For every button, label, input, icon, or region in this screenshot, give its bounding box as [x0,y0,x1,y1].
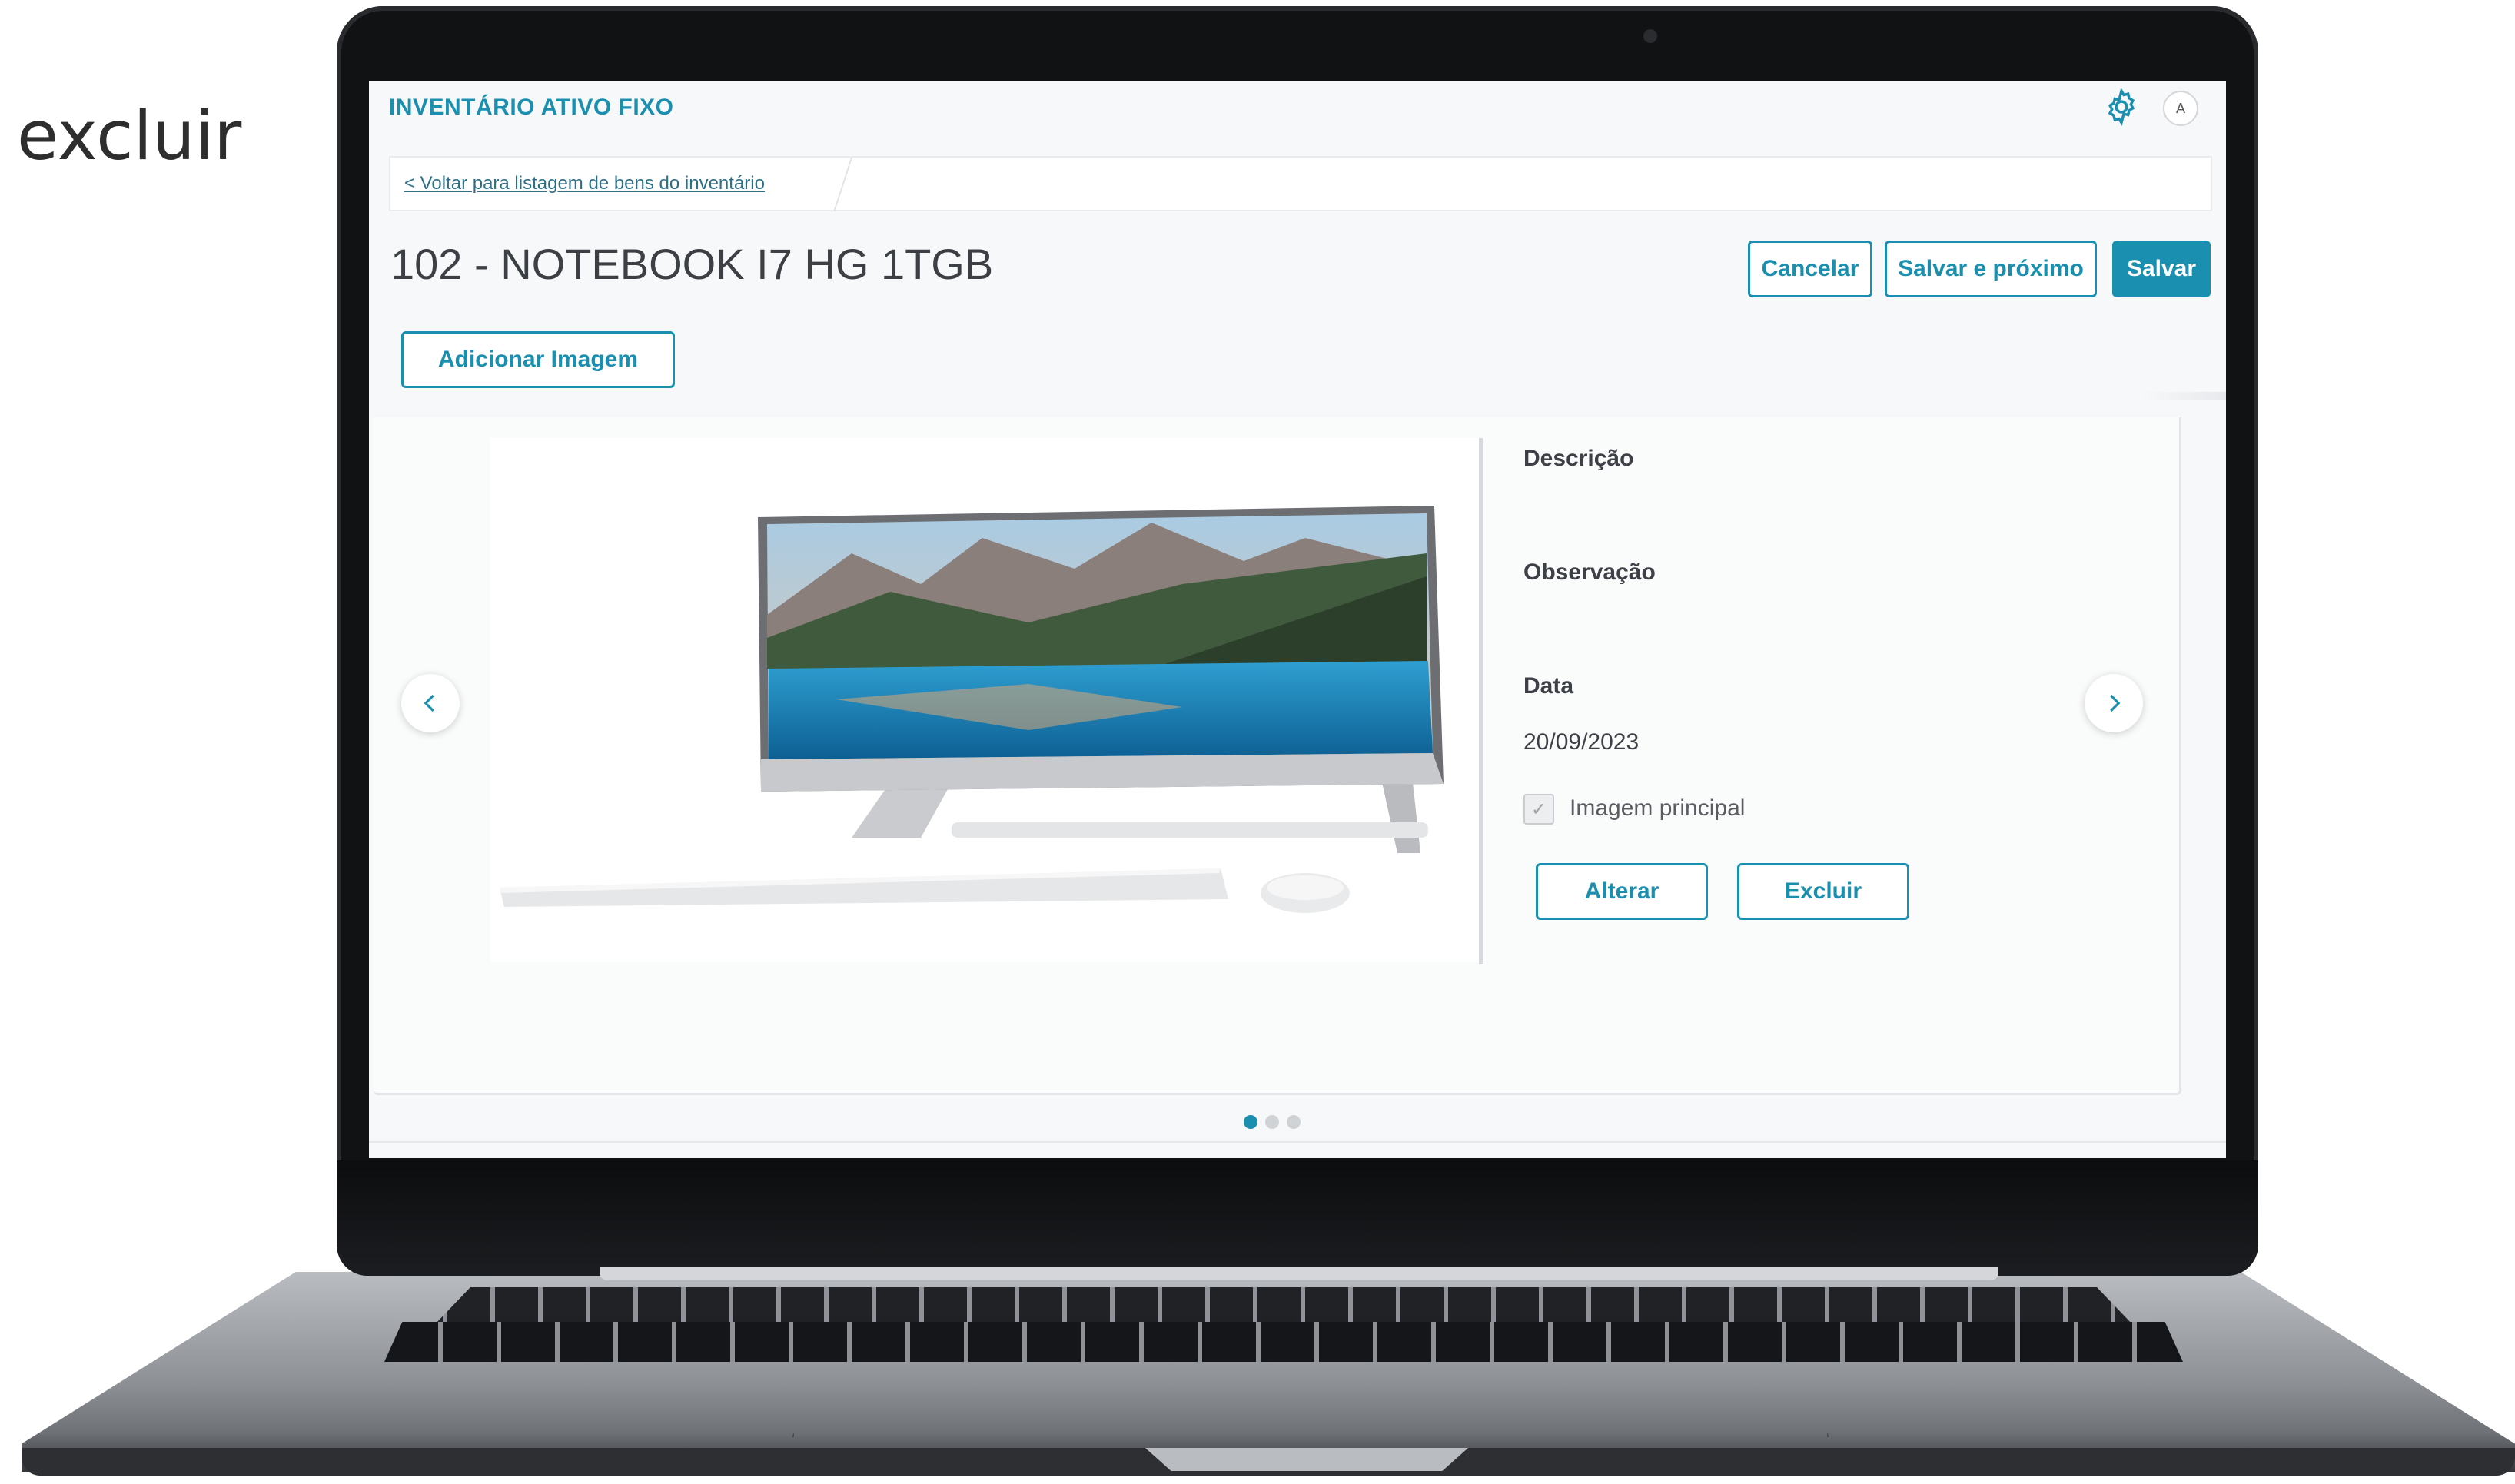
delete-image-button[interactable]: Excluir [1737,863,1909,920]
carousel-indicators [1244,1115,1301,1129]
laptop-chin [337,1160,2258,1276]
main-image-label: Imagem principal [1570,795,1746,821]
carousel-prev-button[interactable] [401,674,460,732]
laptop-keyboard-row [384,1322,2183,1362]
date-value: 20/09/2023 [1523,729,1640,755]
alter-image-button[interactable]: Alterar [1536,863,1708,920]
breadcrumb-separator [815,158,852,211]
description-label: Descrição [1523,446,1634,471]
gear-icon[interactable] [2101,87,2141,127]
breadcrumb: < Voltar para listagem de bens do invent… [389,156,2212,211]
side-caption: excluir [17,96,242,175]
carousel-dot[interactable] [1265,1115,1279,1129]
screen-bottom-bar [369,1141,2226,1158]
avatar[interactable]: A [2163,91,2198,126]
product-image [490,438,1482,962]
date-label: Data [1523,673,1574,699]
image-divider [1479,438,1483,964]
carousel-dot[interactable] [1287,1115,1301,1129]
camera-icon [1643,29,1657,43]
laptop-hinge [600,1267,1998,1280]
cancel-button[interactable]: Cancelar [1748,241,1872,297]
app-screen: INVENTÁRIO ATIVO FIXO A < Voltar para li… [369,81,2226,1158]
carousel-dot[interactable] [1244,1115,1258,1129]
laptop-trackpad [792,1369,1829,1437]
observation-label: Observação [1523,559,1656,585]
chevron-left-icon [424,694,434,712]
add-image-button[interactable]: Adicionar Imagem [401,331,675,388]
chevron-right-icon [2110,694,2121,712]
main-image-checkbox[interactable]: ✓ [1523,794,1554,825]
app-title: INVENTÁRIO ATIVO FIXO [389,95,674,120]
back-to-list-link[interactable]: < Voltar para listagem de bens do invent… [404,173,765,194]
card-shadow [2141,392,2226,400]
save-button[interactable]: Salvar [2112,241,2211,297]
carousel-next-button[interactable] [2085,674,2143,732]
save-and-next-button[interactable]: Salvar e próximo [1885,241,2097,297]
laptop-notch [1145,1448,1468,1471]
page-title: 102 - NOTEBOOK I7 HG 1TGB [390,240,994,288]
